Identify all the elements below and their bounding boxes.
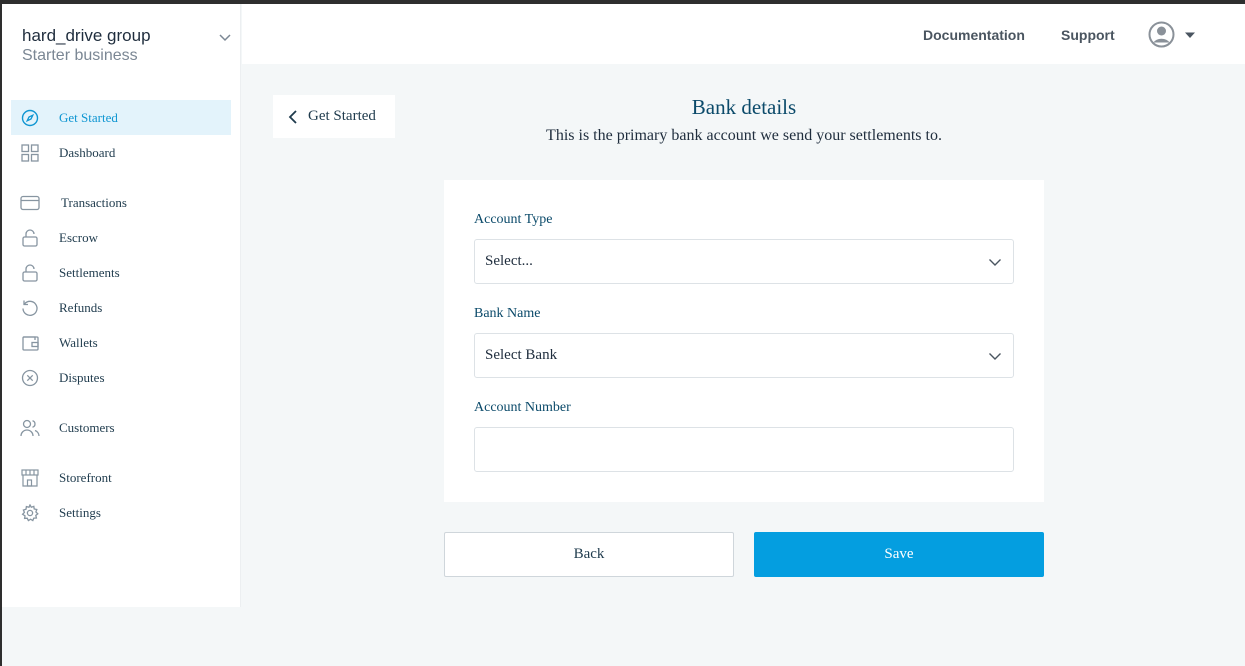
sidebar: hard_drive group Starter business Get St… <box>2 4 241 607</box>
sidebar-item-label: Storefront <box>59 469 112 485</box>
account-type-select[interactable]: Select... <box>474 239 1014 284</box>
bank-details-form: Account Type Select... Bank Name Select … <box>444 180 1044 502</box>
documentation-link[interactable]: Documentation <box>923 27 1025 43</box>
org-switcher[interactable]: hard_drive group Starter business <box>22 26 232 66</box>
sidebar-item-label: Disputes <box>59 369 105 385</box>
grid-icon <box>20 143 40 163</box>
sidebar-item-settings[interactable]: Settings <box>11 495 231 530</box>
unlock-icon <box>20 228 40 248</box>
bank-name-value: Select Bank <box>485 347 558 363</box>
gear-icon <box>20 503 40 523</box>
sidebar-item-dashboard[interactable]: Dashboard <box>11 135 231 170</box>
sidebar-item-label: Transactions <box>61 194 127 210</box>
sidebar-item-storefront[interactable]: Storefront <box>11 460 231 495</box>
chevron-down-icon[interactable] <box>218 30 232 44</box>
back-pill-label: Get Started <box>308 108 376 124</box>
wallet-icon <box>20 333 40 353</box>
user-circle-icon <box>1148 21 1175 48</box>
sidebar-item-label: Escrow <box>59 229 98 245</box>
sidebar-item-label: Dashboard <box>59 144 116 160</box>
users-icon <box>20 418 40 438</box>
sidebar-item-wallets[interactable]: Wallets <box>11 325 231 360</box>
sidebar-item-label: Refunds <box>59 299 103 315</box>
caret-down-icon <box>1185 32 1195 38</box>
sidebar-item-label: Settings <box>59 504 101 520</box>
sidebar-item-refunds[interactable]: Refunds <box>11 290 231 325</box>
storefront-icon <box>20 468 40 488</box>
page-title: Bank details <box>691 95 797 119</box>
account-type-label: Account Type <box>474 212 553 227</box>
top-header: Documentation Support <box>242 4 1245 64</box>
sidebar-item-label: Settlements <box>59 264 120 280</box>
sidebar-item-transactions[interactable]: Transactions <box>11 185 231 220</box>
support-link[interactable]: Support <box>1061 27 1115 43</box>
unlock-icon <box>20 263 40 283</box>
chevron-down-icon <box>989 259 1001 266</box>
chevron-left-icon <box>288 109 297 124</box>
org-plan: Starter business <box>22 47 138 64</box>
user-menu[interactable] <box>1148 21 1196 48</box>
org-name: hard_drive group <box>22 26 151 45</box>
compass-icon <box>20 108 40 128</box>
account-type-value: Select... <box>485 253 533 269</box>
back-to-get-started[interactable]: Get Started <box>273 95 395 138</box>
refresh-icon <box>20 298 40 318</box>
sidebar-item-settlements[interactable]: Settlements <box>11 255 231 290</box>
account-number-input[interactable] <box>474 427 1014 472</box>
sidebar-item-get-started[interactable]: Get Started <box>11 100 231 135</box>
back-button[interactable]: Back <box>444 532 734 577</box>
x-circle-icon <box>20 368 40 388</box>
account-number-label: Account Number <box>474 400 571 415</box>
credit-card-icon <box>20 193 40 213</box>
save-button[interactable]: Save <box>754 532 1044 577</box>
bank-name-select[interactable]: Select Bank <box>474 333 1014 378</box>
sidebar-item-label: Wallets <box>59 334 98 350</box>
chevron-down-icon <box>989 353 1001 360</box>
sidebar-item-escrow[interactable]: Escrow <box>11 220 231 255</box>
bank-name-label: Bank Name <box>474 306 541 321</box>
page-subtitle: This is the primary bank account we send… <box>546 127 942 144</box>
sidebar-item-label: Customers <box>59 419 115 435</box>
sidebar-item-label: Get Started <box>59 109 118 125</box>
sidebar-item-customers[interactable]: Customers <box>11 410 231 445</box>
sidebar-item-disputes[interactable]: Disputes <box>11 360 231 395</box>
